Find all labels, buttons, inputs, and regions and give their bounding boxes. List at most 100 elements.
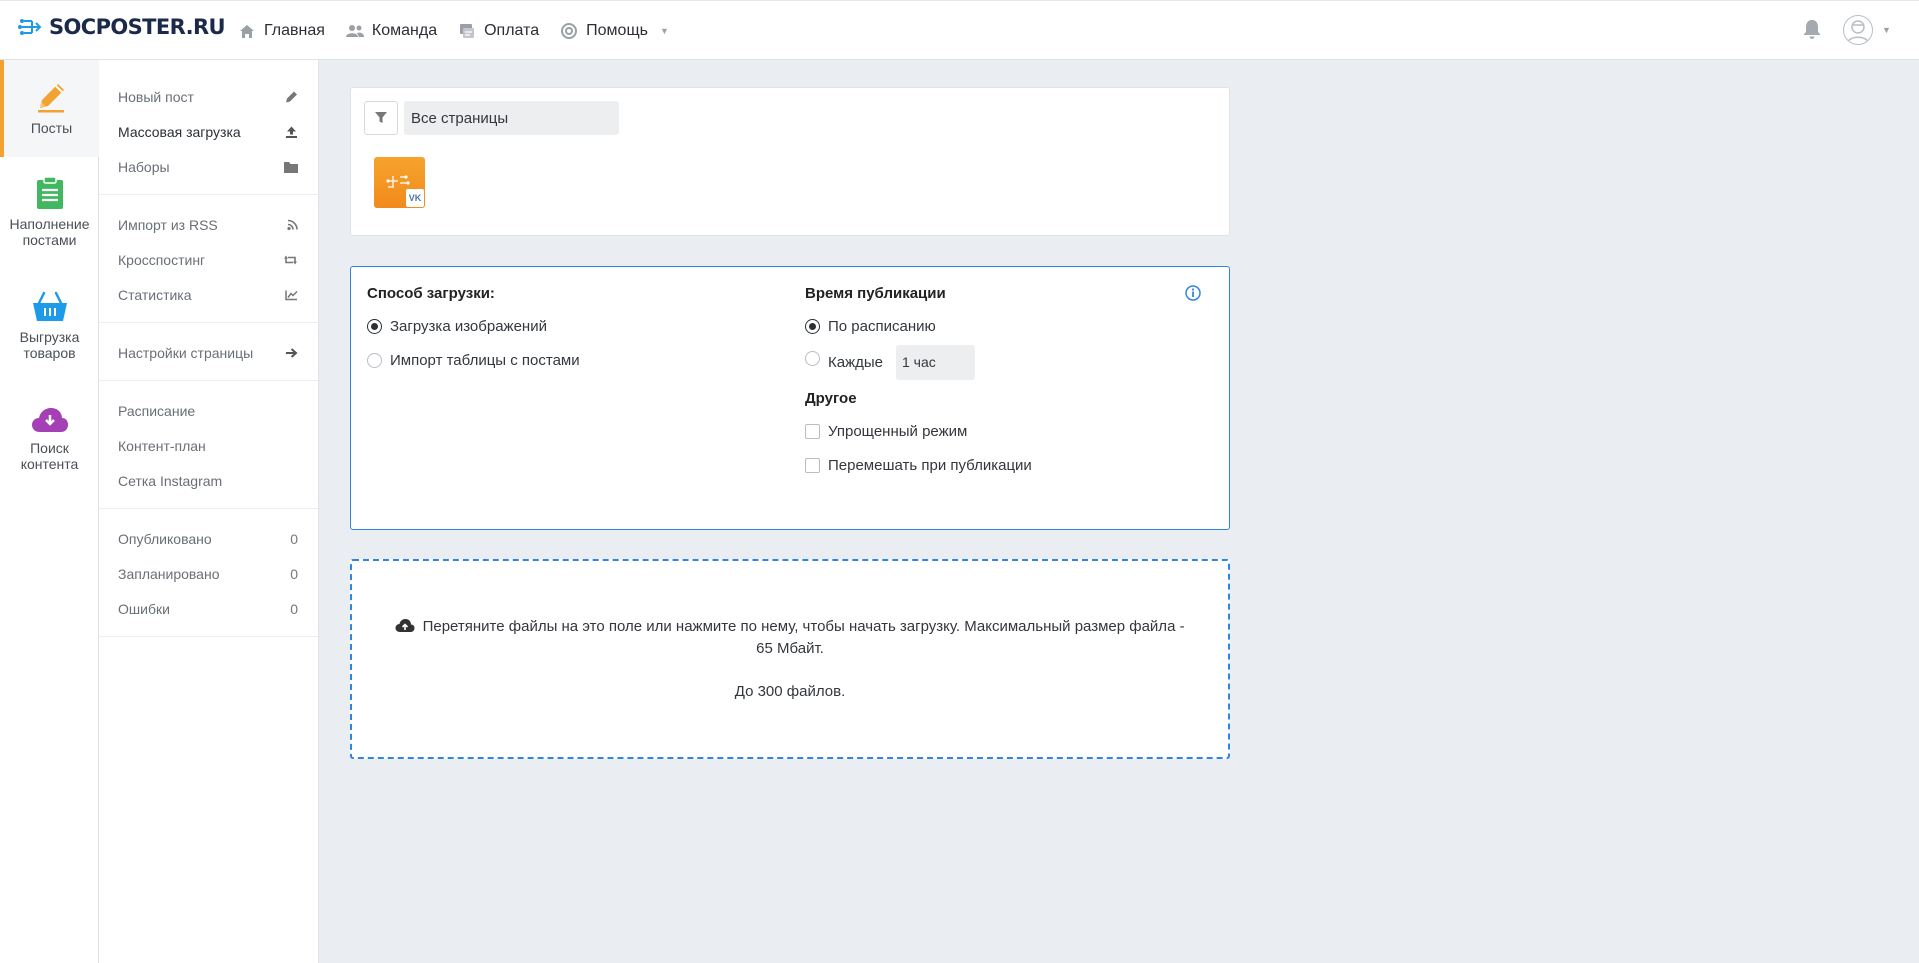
submenu-label: Настройки страницы: [118, 344, 254, 361]
submenu-group-settings: Настройки страницы: [99, 323, 318, 381]
nav-payment-label: Оплата: [484, 22, 540, 39]
clipboard-icon: [36, 176, 63, 209]
nav-help-label: Помощь: [586, 22, 648, 39]
submenu-new-post[interactable]: Новый пост: [99, 79, 318, 114]
checkbox-shuffle[interactable]: Перемешать при публикации: [805, 455, 1032, 475]
submenu-scheduled[interactable]: Запланировано 0: [99, 556, 318, 591]
pencil-icon: [285, 90, 298, 103]
submenu-label: Наборы: [118, 158, 170, 175]
filter-icon: [375, 112, 387, 123]
submenu-label: Массовая загрузка: [118, 123, 241, 140]
notifications-bell-icon[interactable]: [1803, 19, 1825, 41]
file-dropzone[interactable]: Перетяните файлы на это поле или нажмите…: [350, 559, 1230, 759]
user-avatar[interactable]: [1843, 15, 1873, 45]
chevron-down-icon[interactable]: ▼: [1882, 25, 1891, 35]
submenu-group-tools: Импорт из RSS Кросспостинг Статистика: [99, 195, 318, 323]
module-rail: Посты Наполнение постами Выгрузка товаро…: [0, 60, 99, 963]
checkbox-simple-mode[interactable]: Упрощенный режим: [805, 421, 1032, 441]
arrow-right-icon: [285, 347, 298, 358]
count-badge: 0: [290, 530, 298, 547]
nav-team[interactable]: Команда: [345, 22, 438, 40]
home-icon: [238, 22, 256, 40]
upload-icon: [285, 125, 298, 138]
nav-payment[interactable]: Оплата: [458, 22, 539, 40]
submenu-label: Новый пост: [118, 88, 194, 105]
rail-item-label: Наполнение постами: [9, 216, 90, 248]
submenu-label: Расписание: [118, 402, 196, 419]
chevron-down-icon: ▼: [659, 26, 669, 36]
radio-unchecked[interactable]: [367, 352, 382, 368]
submenu-label: Статистика: [118, 286, 192, 303]
radio-label: Загрузка изображений: [390, 317, 547, 335]
submenu-sets[interactable]: Наборы: [99, 149, 318, 184]
basket-icon: [32, 291, 67, 321]
submenu-errors[interactable]: Ошибки 0: [99, 591, 318, 626]
submenu-schedule[interactable]: Расписание: [99, 393, 318, 428]
lifebuoy-icon: [560, 22, 578, 40]
pages-select[interactable]: Все страницы: [404, 101, 619, 135]
radio-checked[interactable]: [367, 318, 382, 334]
pages-filter-card: Все страницы VK: [350, 87, 1230, 236]
submenu-content-plan[interactable]: Контент-план: [99, 428, 318, 463]
radio-label: Импорт таблицы с постами: [390, 351, 580, 369]
submenu-page-settings[interactable]: Настройки страницы: [99, 335, 318, 370]
nav-help[interactable]: Помощь ▼: [560, 22, 669, 40]
submenu-label: Запланировано: [118, 565, 220, 582]
logo-text: SOCPOSTER.RU: [49, 15, 226, 39]
submenu-crossposting[interactable]: Кросспостинг: [99, 242, 318, 277]
checkbox-label: Перемешать при публикации: [828, 456, 1032, 474]
filter-button[interactable]: [364, 101, 398, 135]
top-navbar: SOCPOSTER.RU Главная Команда Оплата Помо…: [0, 0, 1919, 60]
dropzone-instructions: Перетяните файлы на это поле или нажмите…: [422, 618, 1185, 657]
payment-icon: [458, 22, 476, 40]
rail-item-fill-posts[interactable]: Наполнение постами: [0, 176, 99, 276]
chart-icon: [285, 289, 298, 300]
upload-options-card: Способ загрузки: Загрузка изображений Им…: [350, 266, 1230, 530]
submenu-bulk-upload[interactable]: Массовая загрузка: [99, 114, 318, 149]
logo[interactable]: SOCPOSTER.RU: [18, 15, 226, 39]
submenu-statistics[interactable]: Статистика: [99, 277, 318, 312]
checkbox[interactable]: [805, 457, 820, 473]
submenu-label: Контент-план: [118, 437, 206, 454]
checkbox[interactable]: [805, 423, 820, 439]
rss-icon: [287, 219, 298, 230]
vk-icon: VK: [406, 189, 424, 207]
main-nav: Главная Команда Оплата Помощь ▼: [238, 1, 690, 61]
submenu-rss-import[interactable]: Импорт из RSS: [99, 207, 318, 242]
rail-item-content-search[interactable]: Поиск контента: [0, 406, 99, 506]
upload-method-section: Способ загрузки: Загрузка изображений Им…: [367, 285, 580, 384]
nav-home[interactable]: Главная: [238, 22, 325, 40]
submenu-label: Кросспостинг: [118, 251, 206, 268]
upload-method-title: Способ загрузки:: [367, 285, 495, 302]
dropzone-limit: До 300 файлов.: [734, 683, 846, 700]
submenu-instagram-grid[interactable]: Сетка Instagram: [99, 463, 318, 498]
posts-submenu: Новый пост Массовая загрузка Наборы Импо…: [99, 60, 319, 963]
other-title: Другое: [805, 390, 857, 407]
radio-checked[interactable]: [805, 318, 820, 334]
users-icon: [345, 22, 364, 40]
nav-team-label: Команда: [371, 22, 438, 39]
radio-label: По расписанию: [828, 317, 936, 335]
submenu-published[interactable]: Опубликовано 0: [99, 521, 318, 556]
count-badge: 0: [290, 565, 298, 582]
page-avatar[interactable]: VK: [374, 157, 425, 208]
radio-label: Каждые: [828, 353, 883, 371]
rail-item-posts[interactable]: Посты: [0, 60, 99, 157]
radio-table-import[interactable]: Импорт таблицы с постами: [367, 350, 580, 370]
interval-select[interactable]: 1 час: [896, 344, 975, 380]
radio-every[interactable]: Каждые 1 час: [805, 344, 1032, 380]
radio-unchecked[interactable]: [805, 350, 820, 366]
submenu-group-posts: Новый пост Массовая загрузка Наборы: [99, 60, 318, 195]
submenu-label: Импорт из RSS: [118, 216, 218, 233]
info-icon[interactable]: [1185, 285, 1203, 303]
rail-item-goods-export[interactable]: Выгрузка товаров: [0, 291, 99, 391]
submenu-label: Ошибки: [118, 600, 170, 617]
cloud-upload-icon: [395, 619, 415, 632]
count-badge: 0: [290, 600, 298, 617]
rail-item-label: Поиск контента: [20, 440, 79, 472]
radio-by-schedule[interactable]: По расписанию: [805, 316, 1032, 336]
retweet-icon: [283, 254, 298, 265]
logo-icon: [18, 19, 42, 35]
radio-images-upload[interactable]: Загрузка изображений: [367, 316, 580, 336]
submenu-label: Опубликовано: [118, 530, 212, 547]
